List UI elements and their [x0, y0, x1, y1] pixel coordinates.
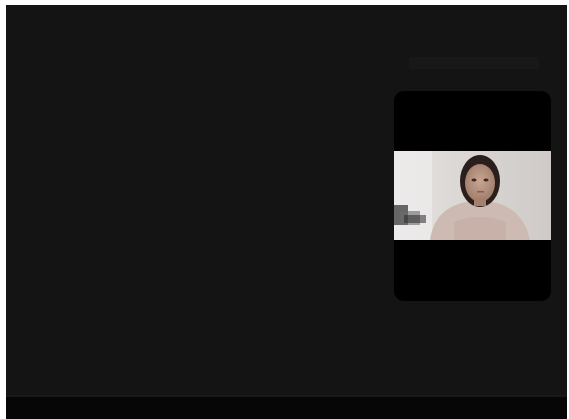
participant-video-feed — [394, 151, 551, 240]
toolbar-divider — [6, 395, 567, 397]
participant-name-placeholder — [409, 57, 539, 69]
participant-video-image — [394, 151, 551, 240]
main-video-stage — [6, 5, 567, 395]
meeting-toolbar — [6, 395, 567, 419]
self-view-tile[interactable] — [394, 91, 551, 301]
meeting-window — [6, 5, 567, 419]
